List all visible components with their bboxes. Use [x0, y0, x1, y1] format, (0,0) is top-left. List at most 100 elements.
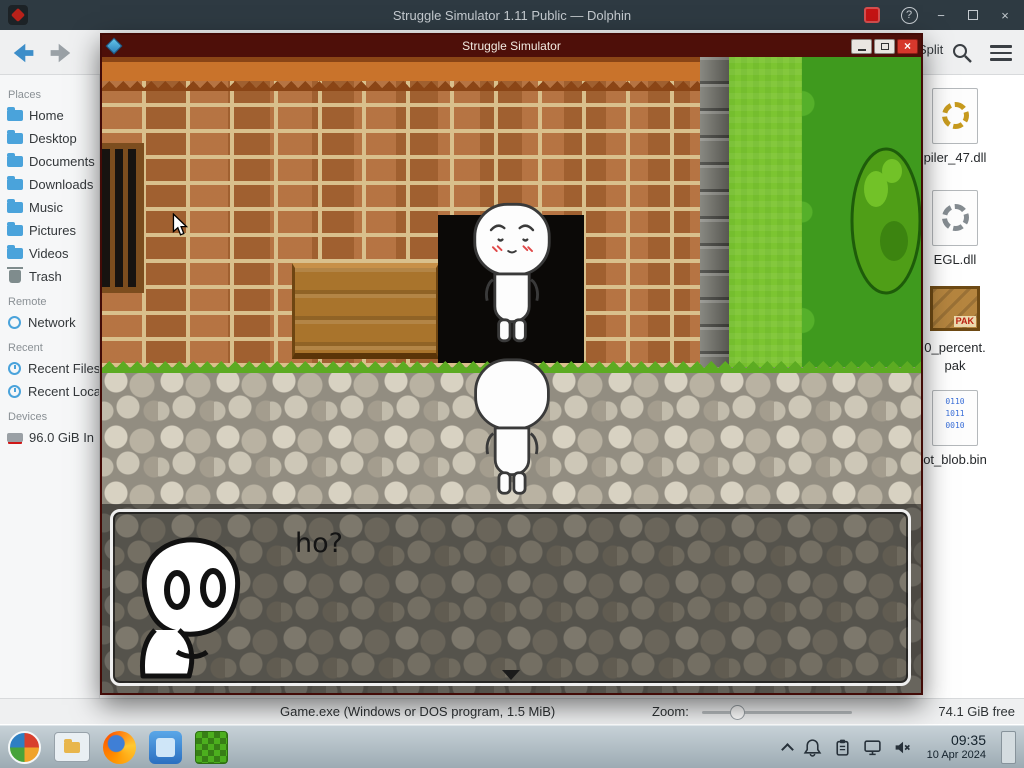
- roof-shingles: [102, 81, 700, 91]
- back-button[interactable]: [8, 38, 38, 68]
- forward-button[interactable]: [46, 38, 76, 68]
- file-manager-taskbar-icon[interactable]: [54, 732, 90, 762]
- dll-file-icon: [932, 190, 978, 246]
- sidebar-item-music[interactable]: Music: [0, 196, 99, 219]
- folder-icon: [7, 199, 23, 213]
- minimize-icon: [857, 48, 866, 51]
- game-taskbar-icon[interactable]: [195, 730, 228, 764]
- sidebar-item-label: Trash: [29, 269, 62, 284]
- forward-arrow-icon: [50, 43, 71, 63]
- barred-window: [102, 143, 144, 293]
- close-button[interactable]: ×: [994, 5, 1016, 25]
- hamburger-icon: [990, 51, 1012, 55]
- folder-icon: [7, 245, 23, 259]
- clock-time: 09:35: [950, 732, 986, 748]
- clipboard-icon[interactable]: [833, 738, 852, 757]
- sidebar-item-label: Desktop: [29, 131, 77, 146]
- maximize-icon: [968, 10, 978, 20]
- sidebar-item-label: Home: [29, 108, 64, 123]
- network-icon: [8, 316, 21, 329]
- display-icon[interactable]: [863, 738, 882, 757]
- dll-file-icon: [932, 88, 978, 144]
- back-arrow-icon: [13, 43, 34, 63]
- blue-app-taskbar-icon[interactable]: [149, 730, 182, 764]
- places-panel: Places Home Desktop Documents Downloads …: [0, 75, 100, 698]
- sidebar-item-label: 96.0 GiB In: [29, 430, 95, 445]
- sidebar-item-device[interactable]: 96.0 GiB In: [0, 426, 99, 449]
- game-maximize-button[interactable]: [874, 38, 895, 54]
- bush-sprite: [850, 147, 921, 295]
- minimize-button[interactable]: −: [930, 5, 952, 25]
- desktop: Struggle Simulator 1.11 Public — Dolphin…: [0, 0, 1024, 768]
- zoom-slider[interactable]: [702, 704, 852, 720]
- binary-text: 0110 1011 0010: [945, 397, 965, 430]
- sidebar-item-label: Network: [28, 315, 76, 330]
- mouse-cursor: [172, 213, 188, 236]
- game-viewport[interactable]: ho?: [102, 57, 921, 693]
- stone-pillar: [700, 57, 729, 367]
- gear-icon: [941, 204, 969, 231]
- window-bars: [102, 149, 138, 287]
- folder-icon: [7, 176, 23, 190]
- npc-sprite-doorway: [473, 202, 551, 343]
- sidebar-item-label: Documents: [29, 154, 95, 169]
- search-button[interactable]: [950, 41, 974, 65]
- sidebar-item-documents[interactable]: Documents: [0, 150, 99, 173]
- tray-expander-icon[interactable]: [780, 743, 794, 756]
- sidebar-item-videos[interactable]: Videos: [0, 242, 99, 265]
- sidebar-item-label: Music: [29, 200, 63, 215]
- folder-icon: [7, 130, 23, 144]
- red-indicator-icon: [864, 7, 880, 23]
- bin-file-icon: 0110 1011 0010: [932, 390, 978, 446]
- system-tray: 09:35 10 Apr 2024: [780, 730, 1016, 764]
- sidebar-item-pictures[interactable]: Pictures: [0, 219, 99, 242]
- clock-date: 10 Apr 2024: [926, 748, 986, 761]
- sidebar-item-label: Recent Files: [28, 361, 99, 376]
- sidebar-item-recent-files[interactable]: Recent Files: [0, 357, 99, 380]
- zoom-label: Zoom:: [652, 704, 689, 719]
- devices-header: Devices: [8, 411, 48, 423]
- sidebar-item-label: Videos: [29, 246, 69, 261]
- recent-header: Recent: [8, 342, 43, 354]
- remote-header: Remote: [8, 296, 47, 308]
- dialog-continue-arrow[interactable]: [501, 670, 520, 680]
- taskbar-clock[interactable]: 09:35 10 Apr 2024: [927, 732, 986, 762]
- folder-icon: [64, 738, 80, 753]
- show-desktop-button[interactable]: [1001, 730, 1016, 764]
- search-icon: [953, 44, 972, 63]
- maximize-icon: [880, 42, 889, 50]
- game-close-button[interactable]: ×: [897, 38, 918, 54]
- game-minimize-button[interactable]: [851, 38, 872, 54]
- sidebar-item-recent-locations[interactable]: Recent Loca: [0, 380, 99, 403]
- sidebar-item-label: Recent Loca: [28, 384, 99, 399]
- hamburger-menu-button[interactable]: [990, 43, 1012, 63]
- dolphin-titlebar[interactable]: Struggle Simulator 1.11 Public — Dolphin…: [0, 0, 1024, 30]
- game-titlebar[interactable]: Struggle Simulator ×: [102, 35, 921, 57]
- pak-badge: PAK: [953, 316, 976, 327]
- hamburger-icon: [990, 45, 1012, 48]
- sidebar-item-desktop[interactable]: Desktop: [0, 127, 99, 150]
- help-button[interactable]: ?: [898, 5, 920, 25]
- maximize-button[interactable]: [962, 5, 984, 25]
- taskbar: 09:35 10 Apr 2024: [0, 725, 1024, 768]
- pak-file-icon: PAK: [930, 286, 980, 331]
- harddrive-icon: [7, 433, 23, 442]
- sidebar-item-home[interactable]: Home: [0, 104, 99, 127]
- sidebar-item-label: Downloads: [29, 177, 94, 192]
- selected-file-info: Game.exe (Windows or DOS program, 1.5 Mi…: [280, 704, 556, 719]
- dialog-box[interactable]: ho?: [110, 509, 911, 686]
- app-launcher-icon[interactable]: [8, 730, 41, 764]
- sidebar-item-downloads[interactable]: Downloads: [0, 173, 99, 196]
- sidebar-item-trash[interactable]: Trash: [0, 265, 99, 288]
- gear-icon: [941, 102, 969, 129]
- firefox-taskbar-icon[interactable]: [103, 730, 136, 764]
- trash-icon: [7, 267, 23, 283]
- player-sprite-back: [474, 358, 550, 495]
- sidebar-item-network[interactable]: Network: [0, 311, 99, 334]
- dialog-character-portrait: [140, 537, 241, 679]
- zoom-slider-handle[interactable]: [730, 704, 745, 720]
- volume-muted-icon[interactable]: [893, 738, 912, 757]
- folder-icon: [7, 222, 23, 236]
- roof-edge: [102, 57, 700, 81]
- notifications-bell-icon[interactable]: [803, 738, 822, 757]
